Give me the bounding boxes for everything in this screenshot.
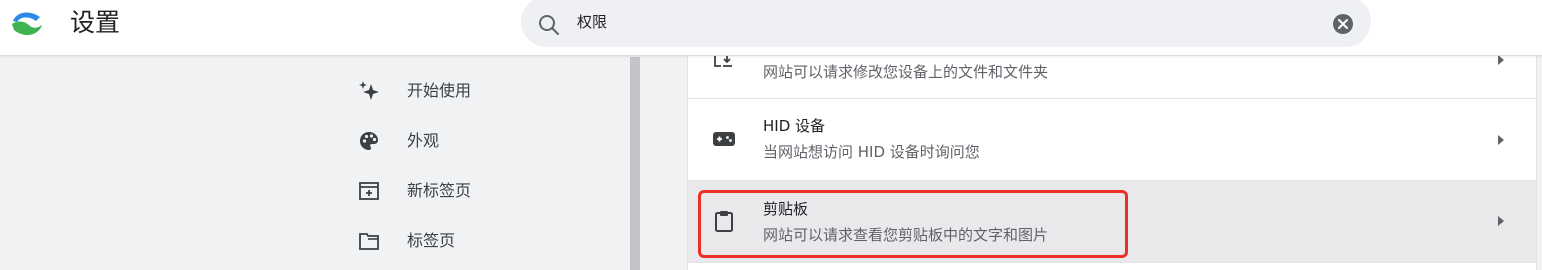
sidebar: 开始使用 外观 新标签页 标签页 (0, 57, 630, 270)
search-icon (539, 15, 559, 35)
chevron-right-icon (1498, 216, 1504, 226)
permission-row-file-editing[interactable]: 网站可以请求修改您设备上的文件和文件夹 (688, 50, 1536, 98)
sidebar-item-new-tab-page[interactable]: 新标签页 (356, 171, 616, 211)
row-description: 网站可以请求修改您设备上的文件和文件夹 (763, 63, 1049, 81)
folder-tab-icon (359, 233, 379, 250)
sidebar-item-appearance[interactable]: 外观 (356, 121, 616, 161)
clear-icon[interactable] (1332, 13, 1354, 35)
app-logo-icon (12, 12, 42, 36)
clipboard-icon (715, 211, 733, 232)
gamepad-icon (713, 132, 735, 146)
permissions-list: 网站可以请求修改您设备上的文件和文件夹 HID 设备 当网站想访问 HID 设备… (687, 50, 1537, 270)
row-title: 剪贴板 (763, 200, 809, 218)
sparkle-icon (359, 81, 379, 100)
sidebar-item-label: 标签页 (407, 231, 456, 250)
page-title: 设置 (70, 8, 121, 37)
sidebar-item-label: 新标签页 (407, 181, 472, 200)
sidebar-item-tabs[interactable]: 标签页 (356, 221, 616, 261)
palette-icon (360, 132, 378, 150)
top-bar: 设置 权限 (0, 0, 1542, 56)
chevron-right-icon (1498, 135, 1504, 145)
sidebar-scrollbar[interactable] (630, 57, 640, 270)
row-title: HID 设备 (763, 117, 826, 135)
file-edit-icon (714, 55, 732, 67)
search-box[interactable]: 权限 (521, 0, 1371, 47)
search-input[interactable]: 权限 (577, 11, 607, 33)
new-tab-icon (359, 182, 379, 200)
row-description: 网站可以请求查看您剪贴板中的文字和图片 (763, 226, 1049, 244)
sidebar-item-get-started[interactable]: 开始使用 (356, 71, 616, 111)
row-divider (688, 262, 1536, 263)
sidebar-item-label: 开始使用 (407, 81, 472, 100)
permission-row-hid-devices[interactable]: HID 设备 当网站想访问 HID 设备时询问您 (688, 99, 1536, 180)
sidebar-item-label: 外观 (407, 131, 440, 150)
row-description: 当网站想访问 HID 设备时询问您 (763, 143, 980, 161)
permission-row-clipboard[interactable]: 剪贴板 网站可以请求查看您剪贴板中的文字和图片 (688, 181, 1536, 262)
